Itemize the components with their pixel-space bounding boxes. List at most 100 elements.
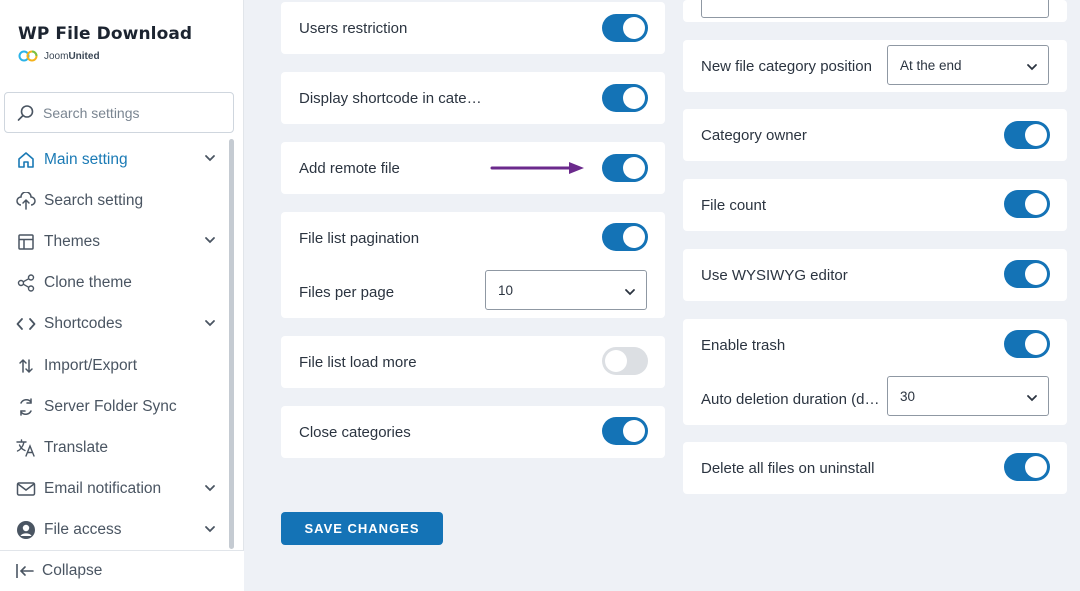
- chevron-down-icon: [625, 289, 635, 296]
- sidebar-scrollbar[interactable]: [229, 139, 234, 549]
- collapse-button[interactable]: Collapse: [0, 550, 244, 591]
- sidebar-item-email-notification[interactable]: Email notification: [0, 469, 228, 510]
- sidebar-item-label: Server Folder Sync: [44, 397, 177, 415]
- sidebar-item-file-access[interactable]: File access: [0, 510, 228, 551]
- new-category-position-select[interactable]: At the end: [887, 45, 1049, 85]
- chevron-down-icon[interactable]: [204, 523, 216, 535]
- sidebar-item-label: Main setting: [44, 150, 128, 168]
- translate-icon: [15, 437, 37, 459]
- share-icon: [15, 272, 37, 294]
- top-partial-input[interactable]: [701, 0, 1049, 18]
- arrow-annotation-icon: [490, 162, 584, 174]
- user-icon: [15, 519, 37, 541]
- wysiwyg-editor-toggle[interactable]: [1004, 260, 1050, 288]
- files-per-page-select[interactable]: 10: [485, 270, 647, 310]
- card-delete-on-uninstall: Delete all files on uninstall: [683, 442, 1067, 494]
- layout-icon: [15, 231, 37, 253]
- sidebar-item-label: Translate: [44, 438, 109, 456]
- new-category-position-value: At the end: [900, 57, 962, 73]
- enable-trash-label: Enable trash: [701, 337, 786, 354]
- brand-subtitle: Joom United: [18, 50, 192, 62]
- chevron-down-icon[interactable]: [204, 317, 216, 329]
- add-remote-file-toggle[interactable]: [602, 154, 648, 182]
- sidebar-item-clone-theme[interactable]: Clone theme: [0, 263, 228, 304]
- card-file-list-load-more: File list load more: [281, 336, 665, 388]
- collapse-label: Collapse: [42, 562, 103, 579]
- chevron-down-icon[interactable]: [204, 234, 216, 246]
- display-shortcode-toggle[interactable]: [602, 84, 648, 112]
- card-file-count: File count: [683, 179, 1067, 231]
- card-new-category-position: New file category position At the end: [683, 40, 1067, 92]
- home-icon: [15, 149, 37, 171]
- sidebar-item-themes[interactable]: Themes: [0, 221, 228, 262]
- sidebar-nav: Main setting Search setting Themes Clone…: [0, 139, 228, 551]
- file-list-pagination-label: File list pagination: [299, 230, 420, 247]
- category-owner-label: Category owner: [701, 127, 807, 144]
- file-list-load-more-label: File list load more: [299, 354, 417, 371]
- close-categories-label: Close categories: [299, 424, 411, 441]
- auto-deletion-value: 30: [900, 388, 916, 404]
- mail-icon: [15, 478, 37, 500]
- file-list-load-more-toggle[interactable]: [602, 347, 648, 375]
- sidebar-item-main-setting[interactable]: Main setting: [0, 139, 228, 180]
- sidebar-item-server-folder-sync[interactable]: Server Folder Sync: [0, 386, 228, 427]
- sidebar-item-label: Clone theme: [44, 274, 132, 292]
- brand: WP File Download Joom United: [18, 24, 192, 62]
- delete-on-uninstall-label: Delete all files on uninstall: [701, 460, 875, 477]
- chevron-down-icon: [1027, 395, 1037, 402]
- sidebar-item-label: Themes: [44, 232, 100, 250]
- chevron-down-icon[interactable]: [204, 482, 216, 494]
- files-per-page-value: 10: [498, 282, 514, 298]
- display-shortcode-label: Display shortcode in cate…: [299, 90, 482, 107]
- card-category-owner: Category owner: [683, 109, 1067, 161]
- card-close-categories: Close categories: [281, 406, 665, 458]
- category-owner-toggle[interactable]: [1004, 121, 1050, 149]
- sidebar-item-import-export[interactable]: Import/Export: [0, 345, 228, 386]
- new-category-position-label: New file category position: [701, 58, 872, 75]
- delete-on-uninstall-toggle[interactable]: [1004, 453, 1050, 481]
- search-icon: [17, 104, 34, 121]
- users-restriction-label: Users restriction: [299, 20, 408, 37]
- card-users-restriction: Users restriction: [281, 2, 665, 54]
- sync-icon: [15, 396, 37, 418]
- users-restriction-toggle[interactable]: [602, 14, 648, 42]
- card-wysiwyg-editor: Use WYSIWYG editor: [683, 249, 1067, 301]
- auto-deletion-select[interactable]: 30: [887, 376, 1049, 416]
- file-count-toggle[interactable]: [1004, 190, 1050, 218]
- sidebar-item-label: Search setting: [44, 191, 144, 209]
- card-add-remote-file: Add remote file: [281, 142, 665, 194]
- close-categories-toggle[interactable]: [602, 417, 648, 445]
- sidebar: WP File Download JoomUnited Main setting: [0, 0, 244, 591]
- sidebar-item-label: Email notification: [44, 480, 162, 498]
- joomunited-logo-icon: [18, 50, 38, 62]
- file-count-label: File count: [701, 197, 767, 214]
- add-remote-file-label: Add remote file: [299, 160, 400, 177]
- card-file-list-pagination: File list pagination Files per page 10: [281, 212, 665, 318]
- code-icon: [15, 313, 37, 335]
- card-top-partial: [683, 0, 1067, 22]
- brand-title: WP File Download: [18, 24, 193, 44]
- sidebar-item-label: Import/Export: [44, 356, 138, 374]
- brand-sub-part2: United: [68, 50, 100, 62]
- brand-sub-part1: Joom: [44, 50, 69, 62]
- cloud-upload-icon: [15, 190, 37, 212]
- card-display-shortcode: Display shortcode in cate…: [281, 72, 665, 124]
- sidebar-item-label: Shortcodes: [44, 315, 123, 333]
- sidebar-item-translate[interactable]: Translate: [0, 427, 228, 468]
- chevron-down-icon[interactable]: [204, 152, 216, 164]
- import-export-icon: [15, 355, 37, 377]
- enable-trash-toggle[interactable]: [1004, 330, 1050, 358]
- sidebar-item-search-setting[interactable]: Search setting: [0, 180, 228, 221]
- sidebar-item-label: File access: [44, 521, 122, 539]
- chevron-down-icon: [1027, 64, 1037, 71]
- wysiwyg-editor-label: Use WYSIWYG editor: [701, 267, 848, 284]
- collapse-arrow-icon: [16, 564, 34, 578]
- search-box[interactable]: [4, 92, 234, 133]
- files-per-page-label: Files per page: [299, 284, 395, 301]
- search-input[interactable]: [43, 104, 223, 121]
- file-list-pagination-toggle[interactable]: [602, 223, 648, 251]
- save-changes-button[interactable]: SAVE CHANGES: [281, 512, 443, 545]
- auto-deletion-label: Auto deletion duration (d…: [701, 391, 880, 408]
- card-enable-trash: Enable trash Auto deletion duration (d… …: [683, 319, 1067, 425]
- sidebar-item-shortcodes[interactable]: Shortcodes: [0, 304, 228, 345]
